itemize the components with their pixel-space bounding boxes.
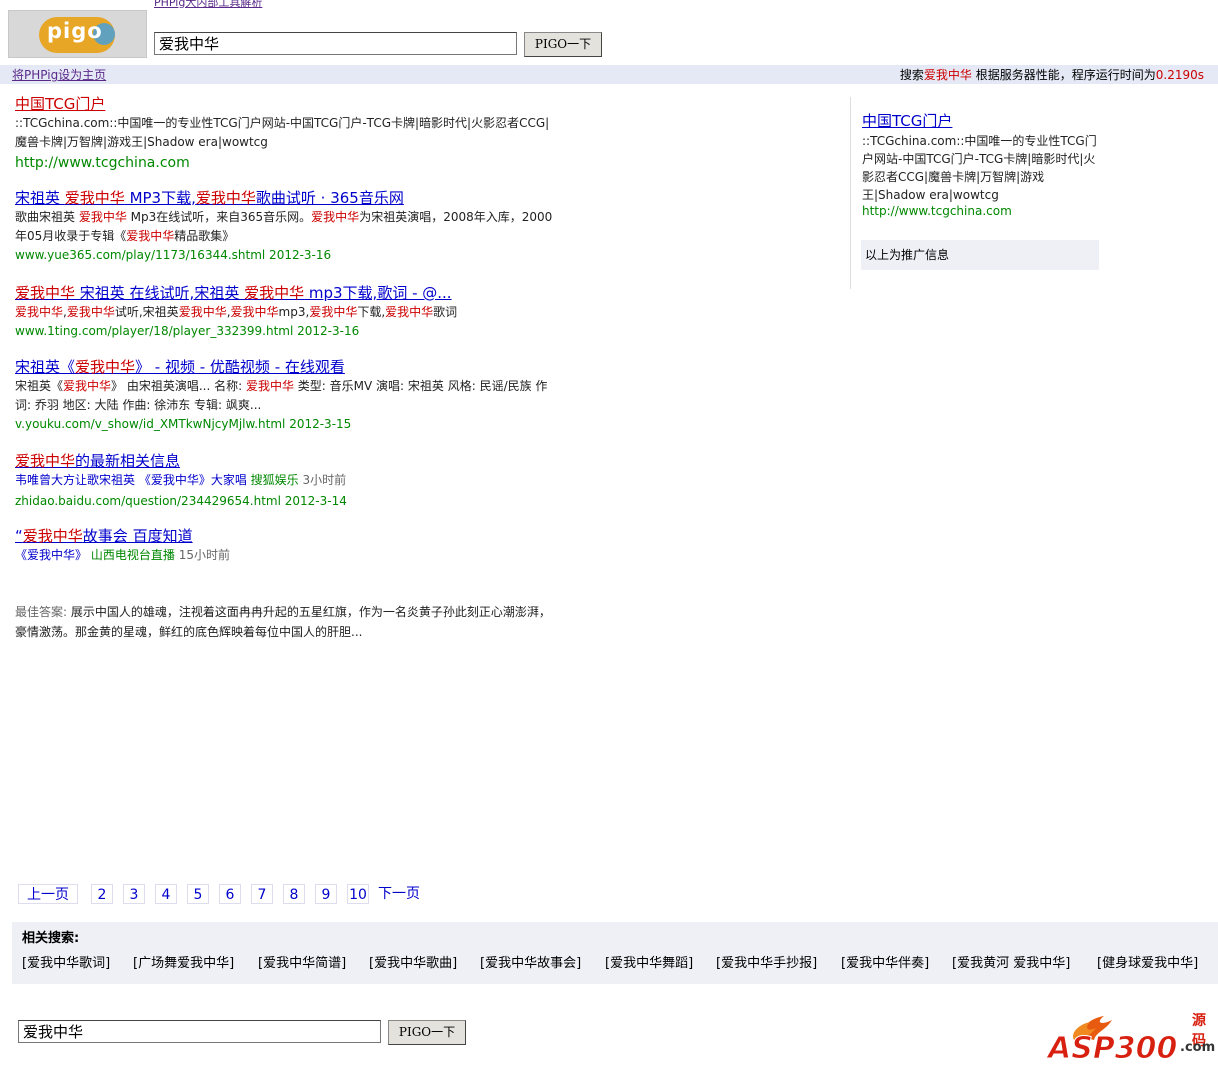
page-link[interactable]: 7 bbox=[251, 884, 273, 904]
result-item: 中国TCG门户 ::TCGchina.com::中国唯一的专业性TCG门户网站-… bbox=[15, 95, 560, 173]
best-answer-text: 展示中国人的雄魂，注视着这面冉冉升起的五星红旗，作为一名炎黄子孙此刻正心潮澎湃，… bbox=[15, 605, 551, 639]
result-url: http://www.tcgchina.com bbox=[15, 155, 190, 171]
info-bar: 将PHPig设为主页 搜索爱我中华 根据服务器性能，程序运行时间为0.2190s bbox=[0, 65, 1218, 84]
search-button[interactable]: PIGO一下 bbox=[524, 32, 602, 57]
footer-search-button[interactable]: PIGO一下 bbox=[388, 1020, 466, 1045]
result-url: zhidao.baidu.com/question/234429654.html… bbox=[15, 494, 347, 508]
stats-time: 0.2190s bbox=[1155, 68, 1204, 82]
result-item: 宋祖英 爱我中华 MP3下载,爱我中华歌曲试听 · 365音乐网 歌曲宋祖英 爱… bbox=[15, 189, 560, 265]
result-item: 爱我中华 宋祖英 在线试听,宋祖英 爱我中华 mp3下载,歌词 - @... 爱… bbox=[15, 284, 560, 341]
ad-note: 以上为推广信息 bbox=[861, 240, 1099, 270]
page-link[interactable]: 6 bbox=[219, 884, 241, 904]
related-item[interactable]: [爱我中华简谱] bbox=[258, 952, 346, 971]
result-item: 宋祖英《爱我中华》 - 视频 - 优酷视频 - 在线观看 宋祖英《爱我中华》 由… bbox=[15, 358, 560, 434]
next-page-button[interactable]: 下一页 bbox=[376, 884, 422, 904]
result-title[interactable]: 宋祖英《爱我中华》 - 视频 - 优酷视频 - 在线观看 bbox=[15, 358, 345, 376]
ad-url: http://www.tcgchina.com bbox=[862, 204, 1012, 218]
result-snippet: 爱我中华,爱我中华试听,宋祖英爱我中华,爱我中华mp3,爱我中华下载,爱我中华歌… bbox=[15, 305, 458, 319]
result-title[interactable]: 爱我中华的最新相关信息 bbox=[15, 452, 180, 470]
result-item: 爱我中华的最新相关信息 韦唯曾大方让歌宋祖英 《爱我中华》大家唱 搜狐娱乐 3小… bbox=[15, 452, 560, 511]
result-title[interactable]: 中国TCG门户 bbox=[15, 95, 105, 113]
related-searches: 相关搜索: [爱我中华歌词] [广场舞爱我中华] [爱我中华简谱] [爱我中华歌… bbox=[12, 922, 1218, 984]
logo-text: pigo bbox=[47, 19, 103, 43]
result-news-line: 《爱我中华》 山西电视台直播 15小时前 bbox=[15, 546, 560, 565]
page-link[interactable]: 5 bbox=[187, 884, 209, 904]
best-answer: 最佳答案: 展示中国人的雄魂，注视着这面冉冉升起的五星红旗，作为一名炎黄子孙此刻… bbox=[15, 602, 555, 642]
prev-page-button[interactable]: 上一页 bbox=[18, 884, 78, 904]
page-link[interactable]: 8 bbox=[283, 884, 305, 904]
page-link[interactable]: 2 bbox=[91, 884, 113, 904]
asp300-logo: ASP300 源码 .com bbox=[1046, 1008, 1216, 1065]
news-source: 搜狐娱乐 bbox=[250, 473, 299, 487]
result-title[interactable]: 爱我中华 宋祖英 在线试听,宋祖英 爱我中华 mp3下载,歌词 - @... bbox=[15, 284, 452, 302]
result-snippet: 宋祖英《爱我中华》 由宋祖英演唱... 名称: 爱我中华 类型: 音乐MV 演唱… bbox=[15, 379, 548, 412]
related-item[interactable]: [爱我中华故事会] bbox=[480, 952, 581, 971]
news-source: 山西电视台直播 bbox=[90, 548, 175, 562]
news-link[interactable]: 韦唯曾大方让歌宋祖英 《爱我中华》大家唱 bbox=[15, 473, 247, 487]
related-label: 相关搜索: bbox=[22, 931, 80, 946]
news-time: 3小时前 bbox=[302, 473, 347, 487]
result-title[interactable]: “爱我中华故事会 百度知道 bbox=[15, 527, 193, 545]
pigo-logo[interactable]: pigo bbox=[8, 10, 147, 58]
result-news-line: 韦唯曾大方让歌宋祖英 《爱我中华》大家唱 搜狐娱乐 3小时前 bbox=[15, 471, 560, 490]
result-item: “爱我中华故事会 百度知道 《爱我中华》 山西电视台直播 15小时前 bbox=[15, 527, 560, 565]
result-url: www.yue365.com/play/1173/16344.shtml 201… bbox=[15, 248, 332, 262]
stats-query: 爱我中华 bbox=[923, 68, 972, 82]
page-link[interactable]: 3 bbox=[123, 884, 145, 904]
related-item[interactable]: [爱我中华手抄报] bbox=[716, 952, 817, 971]
ad-title[interactable]: 中国TCG门户 bbox=[862, 110, 952, 131]
news-link[interactable]: 《爱我中华》 bbox=[15, 548, 87, 562]
svg-text:ASP300: ASP300 bbox=[1046, 1031, 1177, 1062]
set-homepage-link[interactable]: 将PHPig设为主页 bbox=[12, 66, 106, 83]
result-url: v.youku.com/v_show/id_XMTkwNjcyMjlw.html… bbox=[15, 417, 352, 431]
news-time: 15小时前 bbox=[178, 548, 230, 562]
best-answer-label: 最佳答案: bbox=[15, 605, 71, 619]
logo-domain-text: .com bbox=[1180, 1040, 1216, 1055]
related-item[interactable]: [爱我中华舞蹈] bbox=[605, 952, 693, 971]
page-link[interactable]: 4 bbox=[155, 884, 177, 904]
related-item[interactable]: [爱我中华歌曲] bbox=[369, 952, 457, 971]
footer-search-input[interactable]: 爱我中华 bbox=[18, 1020, 381, 1043]
sponsored-panel: 中国TCG门户 ::TCGchina.com::中国唯一的专业性TCG门户网站-… bbox=[850, 97, 1101, 289]
page-link[interactable]: 10 bbox=[347, 884, 369, 904]
page-link[interactable]: 9 bbox=[315, 884, 337, 904]
result-url: www.1ting.com/player/18/player_332399.ht… bbox=[15, 324, 360, 338]
search-stats: 搜索爱我中华 根据服务器性能，程序运行时间为0.2190s bbox=[899, 68, 1204, 82]
related-item[interactable]: [爱我中华歌词] bbox=[22, 952, 110, 971]
related-item[interactable]: [爱我中华伴奏] bbox=[841, 952, 929, 971]
result-snippet: 歌曲宋祖英 爱我中华 Mp3在线试听，来自365音乐网。爱我中华为宋祖英演唱，2… bbox=[15, 210, 553, 243]
search-input[interactable]: 爱我中华 bbox=[154, 32, 517, 55]
result-title[interactable]: 宋祖英 爱我中华 MP3下载,爱我中华歌曲试听 · 365音乐网 bbox=[15, 189, 404, 207]
related-item[interactable]: [健身球爱我中华] bbox=[1097, 952, 1198, 971]
related-item[interactable]: [广场舞爱我中华] bbox=[133, 952, 234, 971]
result-snippet: ::TCGchina.com::中国唯一的专业性TCG门户网站-中国TCG门户-… bbox=[15, 116, 550, 149]
top-link[interactable]: PHPig大内部工具解析 bbox=[154, 0, 262, 10]
related-item[interactable]: [爱我黄河 爱我中华] bbox=[952, 952, 1070, 971]
ad-snippet: ::TCGchina.com::中国唯一的专业性TCG门户网站-中国TCG门户-… bbox=[862, 134, 1097, 202]
